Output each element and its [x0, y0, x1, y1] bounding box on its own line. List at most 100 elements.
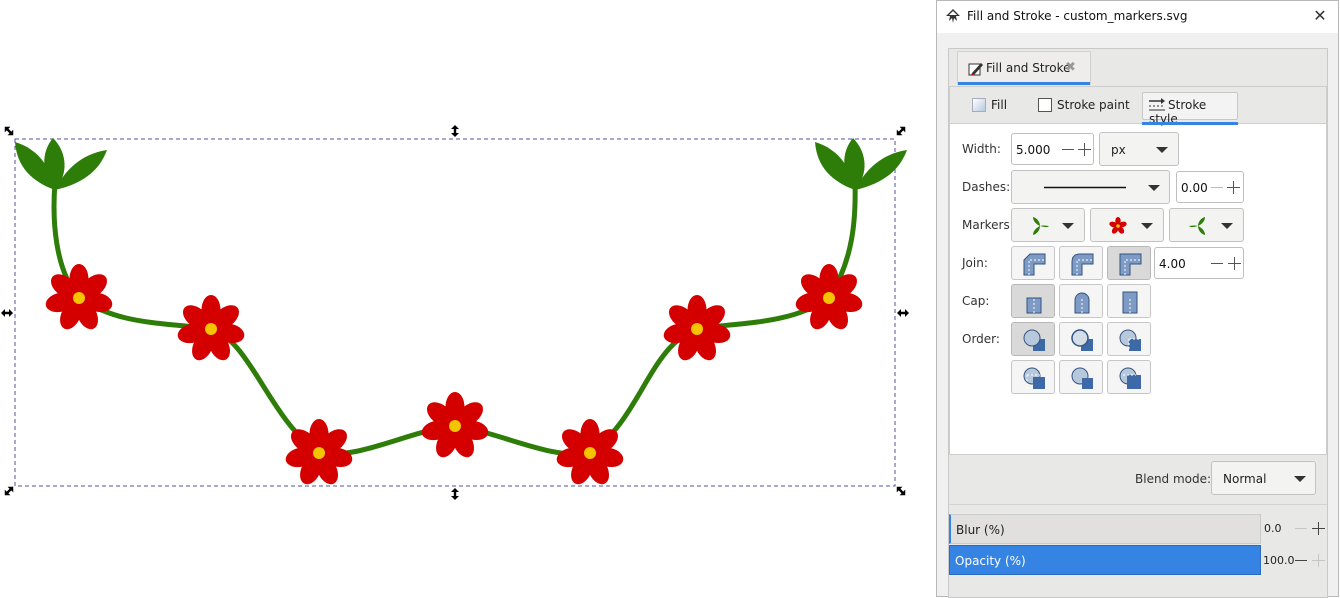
width-decrement-icon[interactable] — [1062, 149, 1074, 150]
unit-value: px — [1111, 143, 1126, 157]
blur-slider[interactable]: Blur (%) — [949, 514, 1261, 544]
square-cap-icon — [1122, 291, 1138, 314]
join-round-button[interactable] — [1059, 246, 1103, 280]
separator — [949, 504, 1327, 505]
scale-handle-ne[interactable] — [894, 124, 908, 138]
order-fill-markers-stroke-icon — [1119, 329, 1141, 351]
active-subtab-indicator — [1142, 122, 1238, 125]
inkscape-app-icon — [946, 9, 960, 23]
width-spinbox[interactable]: 5.000 — [1011, 133, 1094, 165]
opacity-label: Opacity (%) — [955, 554, 1026, 568]
miter-limit-decrement-icon[interactable] — [1211, 263, 1223, 264]
join-label: Join: — [962, 256, 988, 270]
stroke-paint-swatch-icon — [1038, 98, 1052, 112]
butt-cap-icon — [1026, 297, 1042, 314]
end-marker-dropdown[interactable] — [1169, 208, 1244, 242]
miter-limit-value: 4.00 — [1159, 257, 1186, 271]
blend-mode-dropdown[interactable]: Normal — [1211, 461, 1316, 495]
bevel-join-icon — [1023, 253, 1046, 276]
flower-marker — [43, 264, 115, 333]
blend-mode-label: Blend mode: — [1135, 472, 1212, 486]
opacity-increment-icon[interactable] — [1312, 554, 1325, 567]
join-bevel-button[interactable] — [1011, 246, 1055, 280]
order-stroke-fill-icon — [1071, 329, 1093, 351]
scale-handle-se[interactable] — [894, 484, 908, 498]
width-value: 5.000 — [1016, 143, 1051, 157]
dash-offset-decrement-icon[interactable] — [1211, 187, 1223, 188]
tab-fill-label: Fill — [991, 98, 1008, 112]
fill-and-stroke-icon — [968, 63, 983, 76]
scale-handle-w[interactable] — [1, 309, 13, 317]
order-markers-stroke-fill-icon — [1119, 367, 1141, 389]
cap-butt-button[interactable] — [1011, 284, 1055, 318]
mid-flower-marker-icon — [1109, 217, 1127, 234]
dash-offset-increment-icon[interactable] — [1227, 181, 1240, 194]
tab-fill[interactable]: Fill — [968, 92, 1011, 126]
miter-join-icon — [1119, 253, 1142, 276]
active-tab-indicator — [958, 82, 1090, 85]
unit-dropdown[interactable]: px — [1099, 132, 1179, 166]
scale-handle-e[interactable] — [897, 309, 909, 317]
blend-mode-value: Normal — [1223, 472, 1267, 486]
chevron-down-icon — [1221, 223, 1233, 229]
order-normal-icon — [1023, 329, 1045, 351]
order-markers-fill-stroke-button[interactable] — [1011, 360, 1055, 394]
chevron-down-icon — [1156, 147, 1168, 153]
blur-decrement-icon[interactable] — [1295, 528, 1307, 529]
flower-marker — [793, 264, 865, 333]
opacity-decrement-icon[interactable] — [1295, 560, 1307, 561]
join-miter-button[interactable] — [1107, 246, 1151, 280]
dock-tab-label: Fill and Stroke — [986, 61, 1071, 75]
dock-tab-fill-and-stroke[interactable]: Fill and Stroke ✖ — [957, 51, 1091, 85]
dash-pattern-dropdown[interactable] — [1011, 170, 1170, 204]
subtab-bar: Fill Stroke paint Stroke style — [950, 87, 1326, 126]
dialog-titlebar[interactable]: Fill and Stroke - custom_markers.svg ✕ — [937, 1, 1338, 33]
start-marker-dropdown[interactable] — [1011, 208, 1085, 242]
close-icon[interactable]: ✕ — [1310, 6, 1330, 26]
order-stroke-markers-fill-icon — [1071, 367, 1093, 389]
scale-handle-n[interactable] — [451, 125, 459, 137]
tab-stroke-style[interactable]: Stroke style — [1142, 92, 1238, 126]
drawing-canvas[interactable] — [0, 0, 935, 598]
tab-stroke-paint-label: Stroke paint — [1057, 98, 1130, 112]
opacity-slider[interactable]: Opacity (%) — [949, 545, 1261, 575]
cap-round-button[interactable] — [1059, 284, 1103, 318]
order-stroke-markers-fill-button[interactable] — [1059, 360, 1103, 394]
chevron-down-icon — [1141, 223, 1153, 229]
end-leaf-marker-icon — [1189, 217, 1205, 235]
order-markers-stroke-fill-button[interactable] — [1107, 360, 1151, 394]
chevron-down-icon — [1294, 476, 1306, 482]
start-leaf-marker-icon — [1033, 217, 1049, 235]
width-increment-icon[interactable] — [1078, 143, 1091, 156]
scale-handle-nw[interactable] — [2, 124, 16, 138]
flower-marker — [419, 392, 491, 461]
tab-stroke-paint[interactable]: Stroke paint — [1034, 92, 1134, 126]
round-join-icon — [1071, 253, 1094, 276]
cap-square-button[interactable] — [1107, 284, 1151, 318]
dashes-label: Dashes: — [962, 180, 1011, 194]
scale-handle-s[interactable] — [451, 488, 459, 500]
dock-tab-close-icon[interactable]: ✖ — [1065, 60, 1076, 75]
opacity-value: 100.0 — [1263, 554, 1295, 567]
miter-limit-spinbox[interactable]: 4.00 — [1154, 247, 1244, 279]
order-fill-stroke-markers-button[interactable] — [1011, 322, 1055, 356]
cap-label: Cap: — [962, 294, 990, 308]
miter-limit-increment-icon[interactable] — [1228, 257, 1241, 270]
mid-marker-dropdown[interactable] — [1090, 208, 1164, 242]
chevron-down-icon — [1148, 185, 1160, 191]
solid-line-pattern-icon — [1044, 186, 1126, 189]
order-fill-markers-stroke-button[interactable] — [1107, 322, 1151, 356]
fill-swatch-icon — [972, 98, 986, 112]
blur-label: Blur (%) — [956, 523, 1005, 537]
dash-offset-spinbox[interactable]: 0.00 — [1176, 171, 1244, 203]
round-cap-icon — [1074, 292, 1090, 314]
order-stroke-fill-markers-button[interactable] — [1059, 322, 1103, 356]
blur-value: 0.0 — [1264, 522, 1282, 535]
scale-handle-sw[interactable] — [2, 484, 16, 498]
chevron-down-icon — [1062, 223, 1074, 229]
width-label: Width: — [962, 142, 1001, 156]
markers-label: Markers: — [962, 218, 1014, 232]
artwork[interactable] — [0, 0, 935, 598]
dialog-title: Fill and Stroke - custom_markers.svg — [967, 9, 1188, 23]
blur-increment-icon[interactable] — [1312, 522, 1325, 535]
